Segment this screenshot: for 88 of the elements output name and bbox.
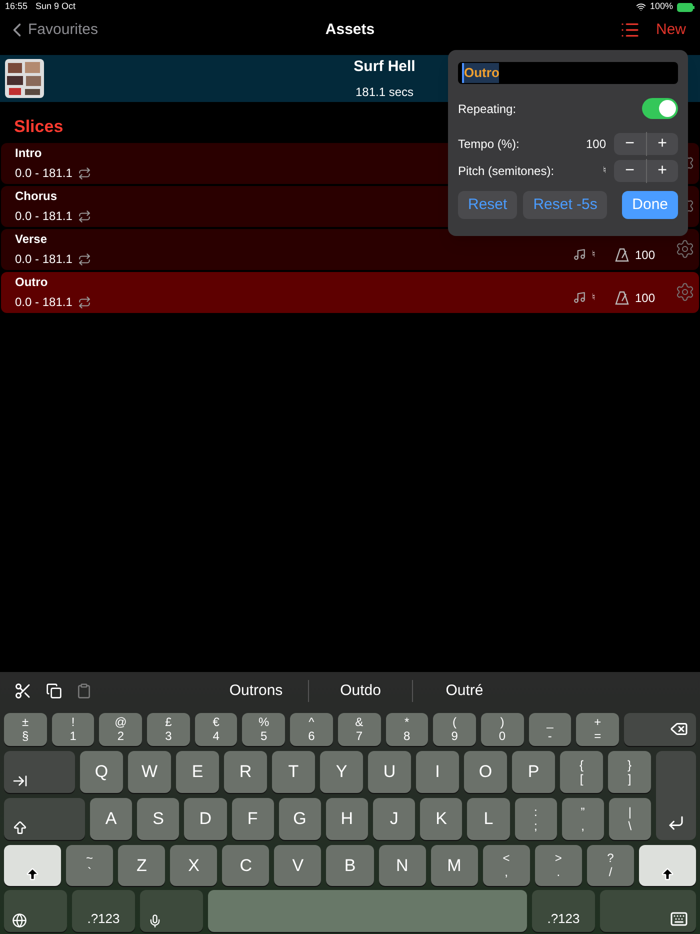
key[interactable]: _ - xyxy=(528,712,572,746)
status-date: Sun 9 Oct xyxy=(36,0,76,14)
repeating-label: Repeating: xyxy=(458,100,516,118)
key[interactable]: Y xyxy=(320,750,363,793)
name-field[interactable]: Outro xyxy=(458,62,678,84)
key[interactable]: X xyxy=(170,844,218,886)
section-title: Slices xyxy=(13,116,64,138)
key[interactable]: H xyxy=(326,798,368,840)
key[interactable]: P xyxy=(512,750,555,793)
numbers-key[interactable]: .?123 xyxy=(72,890,135,932)
key[interactable]: @ 2 xyxy=(99,712,142,746)
plus-button[interactable]: + xyxy=(646,159,678,183)
numbers-key[interactable]: .?123 xyxy=(532,890,595,932)
key[interactable]: E xyxy=(176,750,219,793)
pitch-value: ♮ xyxy=(592,290,595,304)
key[interactable]: C xyxy=(222,844,270,886)
slice-name: Chorus xyxy=(15,188,58,205)
key[interactable]: Q xyxy=(80,750,123,793)
key[interactable]: £ 3 xyxy=(147,712,190,746)
key[interactable]: < , xyxy=(482,844,530,886)
key[interactable]: W xyxy=(128,750,171,793)
pitch-value: ♮ xyxy=(592,248,595,261)
slice-range: 0.0 - 181.1 xyxy=(15,294,72,311)
key[interactable]: F xyxy=(232,798,274,840)
new-button[interactable]: New xyxy=(656,18,686,42)
key[interactable]: Z xyxy=(118,844,166,886)
key[interactable]: I xyxy=(416,750,459,793)
key[interactable]: } ] xyxy=(608,750,651,793)
key[interactable]: * 8 xyxy=(386,712,428,746)
key[interactable]: K xyxy=(420,798,462,840)
battery-percent: 100% xyxy=(650,0,673,14)
key[interactable]: ~ ` xyxy=(66,844,114,886)
slice-row[interactable]: Verse 0.0 - 181.1 ♮ 100 xyxy=(1,228,699,270)
key[interactable]: R xyxy=(224,750,267,793)
key[interactable]: G xyxy=(278,798,321,840)
key[interactable]: | \ xyxy=(608,798,652,840)
suggestion[interactable]: Outdo xyxy=(308,680,412,702)
stepper[interactable]: − + xyxy=(614,133,678,155)
status-time: 16:55 xyxy=(5,0,28,14)
key[interactable]: V xyxy=(274,844,322,886)
key[interactable]: ± § xyxy=(4,712,47,746)
minus-button[interactable]: − xyxy=(614,132,646,156)
key[interactable]: € 4 xyxy=(194,712,238,746)
key[interactable]: ! 1 xyxy=(52,712,94,746)
slice-range: 0.0 - 181.1 xyxy=(15,251,72,268)
key[interactable]: & 7 xyxy=(338,712,380,746)
slice-name: Intro xyxy=(15,145,43,162)
key[interactable]: B xyxy=(326,844,374,886)
stepper[interactable]: − + xyxy=(614,160,678,182)
reset-button[interactable]: Reset -5s xyxy=(523,191,608,219)
asset-duration: 181.1 secs xyxy=(355,84,414,101)
key[interactable]: O xyxy=(464,750,507,793)
slice-range: 0.0 - 181.1 xyxy=(15,208,72,225)
key[interactable]: ” , xyxy=(562,798,604,840)
key[interactable]: ) 0 xyxy=(480,712,524,746)
key[interactable]: M xyxy=(430,844,478,886)
key[interactable]: S xyxy=(137,798,180,840)
suggestion[interactable]: Outré xyxy=(412,680,516,702)
key[interactable]: A xyxy=(90,798,132,840)
key[interactable]: > . xyxy=(534,844,582,886)
key[interactable]: T xyxy=(272,750,315,793)
slice-name: Outro xyxy=(15,274,49,291)
pitch-label: Pitch (semitones): xyxy=(458,163,554,180)
minus-button[interactable]: − xyxy=(614,159,646,183)
key[interactable]: + = xyxy=(576,712,619,746)
key[interactable]: ( 9 xyxy=(433,712,476,746)
slice-range: 0.0 - 181.1 xyxy=(15,165,72,182)
slice-name: Verse xyxy=(15,231,48,248)
key[interactable]: { [ xyxy=(560,750,603,793)
nav-title: Assets xyxy=(325,20,375,40)
key[interactable]: N xyxy=(378,844,426,886)
reset-button[interactable]: Reset xyxy=(458,191,518,219)
key[interactable]: % 5 xyxy=(242,712,286,746)
tempo-value: 100 xyxy=(634,290,655,306)
suggestion[interactable]: Outrons xyxy=(204,680,308,702)
key[interactable]: ^ 6 xyxy=(290,712,333,746)
slice-row[interactable]: Outro 0.0 - 181.1 ♮ 100 xyxy=(1,272,699,312)
done-button[interactable]: Done xyxy=(622,191,678,219)
back-button[interactable]: Favourites xyxy=(0,18,98,42)
pitch-value: ♮ xyxy=(603,164,606,178)
asset-title: Surf Hell xyxy=(354,57,416,78)
tempo-value: 100 xyxy=(634,246,655,264)
key[interactable]: ? / xyxy=(586,844,634,886)
key[interactable]: D xyxy=(184,798,227,840)
key[interactable]: U xyxy=(368,750,411,793)
key[interactable]: J xyxy=(373,798,416,840)
key[interactable]: : ; xyxy=(514,798,557,840)
key[interactable]: L xyxy=(467,798,510,840)
